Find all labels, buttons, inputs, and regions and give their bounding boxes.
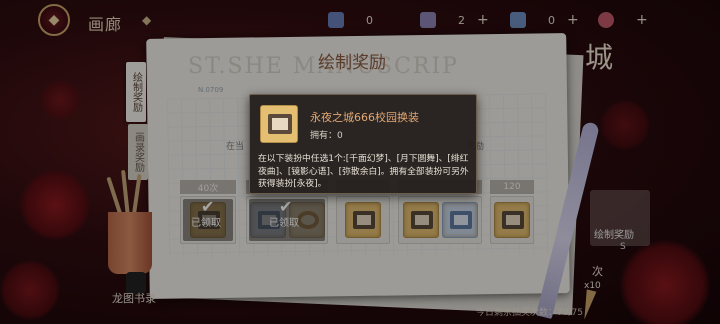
tooltip-item-icon: [260, 105, 298, 143]
tooltip-title: 永夜之城666校园换装: [310, 111, 419, 124]
tooltip-owned-count: 拥有：0: [310, 131, 343, 141]
item-tooltip: 永夜之城666校园换装 拥有：0 在以下装扮中任选1个:[千面幻梦]、[月下圆舞…: [249, 94, 477, 194]
tooltip-description: 在以下装扮中任选1个:[千面幻梦]、[月下圆舞]、[绯红夜曲]、[镜影心语]、[…: [258, 154, 469, 189]
